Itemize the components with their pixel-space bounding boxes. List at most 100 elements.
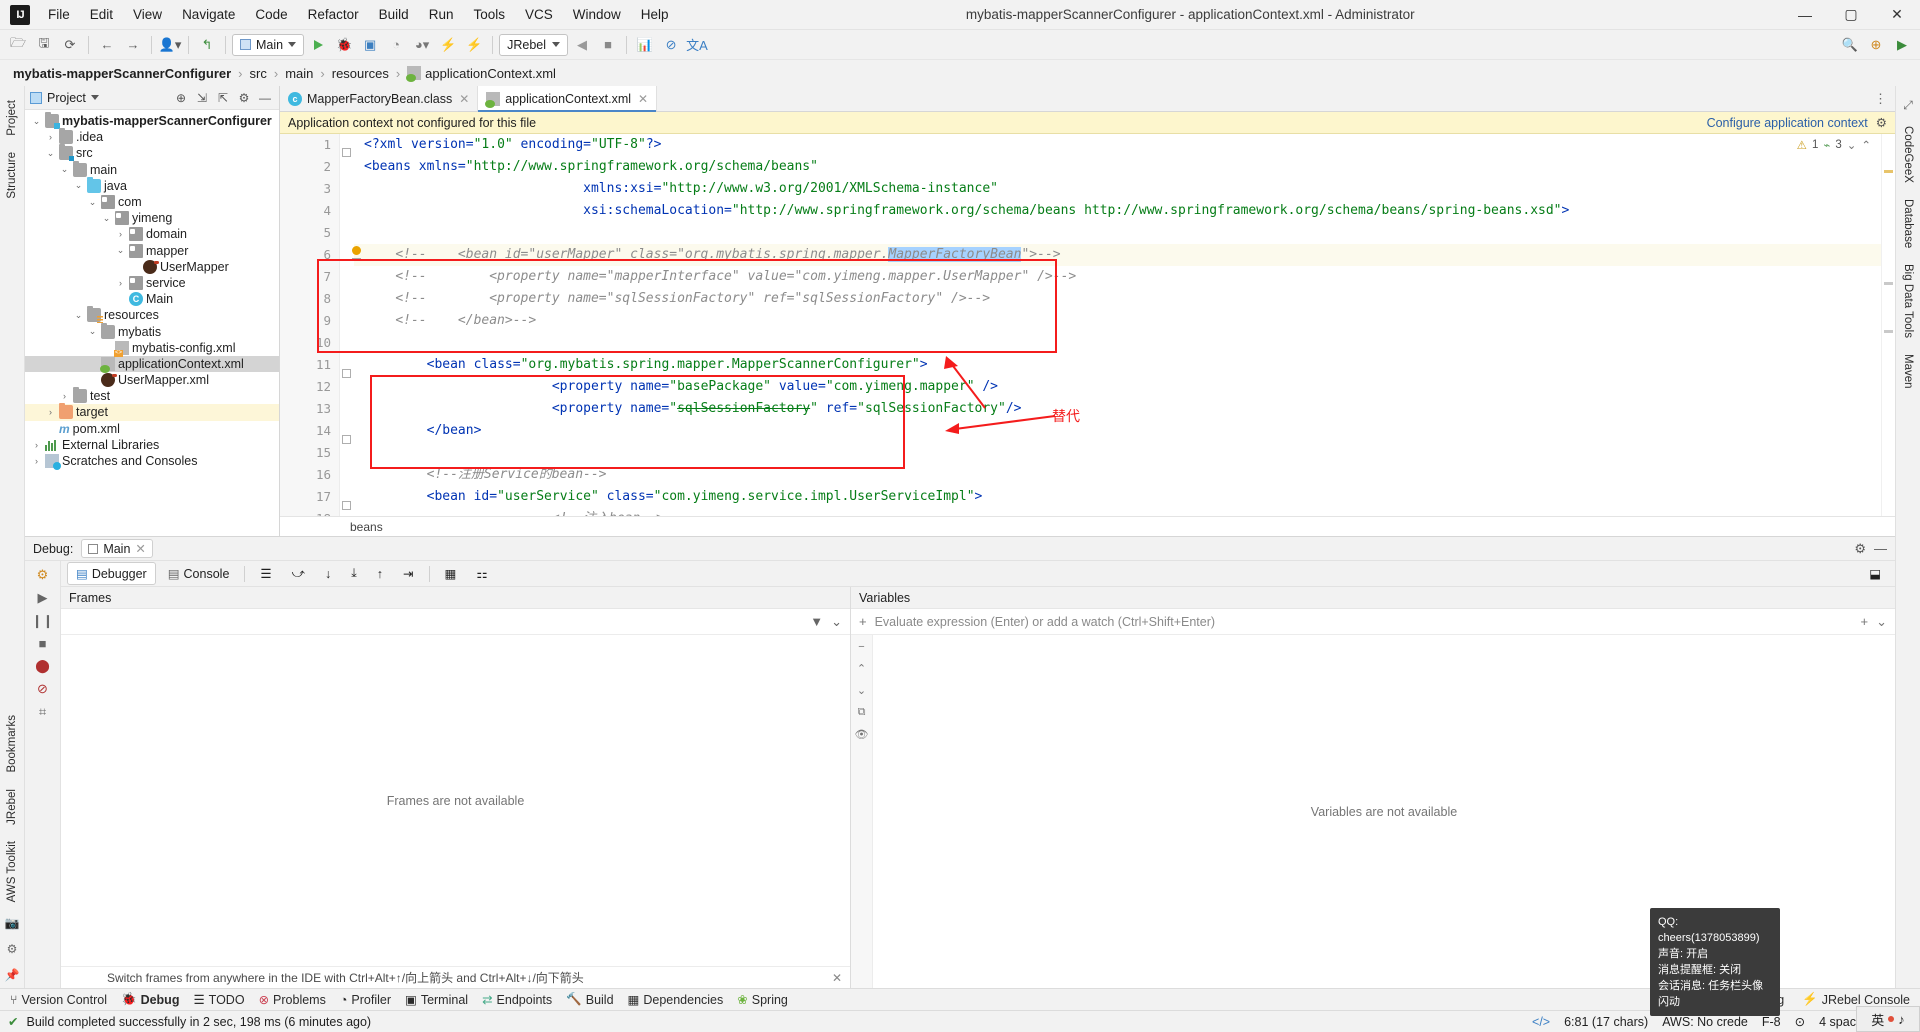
tree-node-mybatis[interactable]: ⌄ mybatis: [25, 322, 279, 339]
run-icon[interactable]: [306, 34, 330, 56]
settings-icon[interactable]: ⚙: [37, 567, 49, 583]
chevron-down-icon[interactable]: ⌄: [101, 213, 112, 224]
editor-tab-applicationcontext[interactable]: applicationContext.xml ✕: [478, 86, 658, 112]
chevron-right-icon[interactable]: ›: [115, 229, 126, 239]
code-text[interactable]: <?xml version="1.0" encoding="UTF-8"?> <b…: [354, 134, 1881, 516]
profile-icon[interactable]: ◔: [384, 34, 408, 56]
maximize-button[interactable]: ▢: [1828, 0, 1874, 30]
editor-tab-options[interactable]: ⋮: [1866, 86, 1895, 111]
mute-breakpoints-icon[interactable]: ⊘: [37, 681, 48, 697]
tree-node-applicationcontext-xml[interactable]: · applicationContext.xml: [25, 355, 279, 373]
tool-tab-debug[interactable]: 🐞 Debug: [121, 992, 179, 1007]
eye-icon[interactable]: 👁: [855, 728, 869, 741]
tree-node-usermapper-xml[interactable]: · UserMapper.xml: [25, 372, 279, 388]
chart-icon[interactable]: 📊: [633, 34, 657, 56]
menu-edit[interactable]: Edit: [80, 3, 123, 26]
chevron-down-icon[interactable]: ⌄: [73, 180, 84, 191]
close-icon[interactable]: ✕: [459, 92, 469, 106]
tree-node-target[interactable]: › target: [25, 403, 279, 421]
code-line-10[interactable]: [354, 332, 1881, 354]
open-folder-icon[interactable]: 🗁: [6, 34, 30, 56]
chevron-down-icon[interactable]: ⌄: [87, 197, 98, 208]
run-with-coverage-icon[interactable]: ▣: [358, 34, 382, 56]
tree-node-mybatis-mapperscannerconfigurer[interactable]: ⌄mybatis-mapperScannerConfigurerE:\mybat…: [25, 112, 279, 130]
fold-marker-beans[interactable]: [342, 148, 351, 157]
chevron-right-icon[interactable]: ›: [45, 132, 56, 142]
sidebar-tab-codegeex[interactable]: CodeGeeX: [1898, 118, 1918, 191]
step-over-icon[interactable]: ⤻: [284, 563, 313, 584]
chevron-down-icon[interactable]: ⌄: [115, 245, 126, 256]
close-icon[interactable]: ✕: [135, 541, 145, 556]
minus-icon[interactable]: −: [858, 641, 864, 653]
editor-breadcrumb[interactable]: beans: [280, 516, 1895, 536]
code-line-9[interactable]: <!-- </bean>-->: [354, 310, 1881, 332]
fold-marker-bean11[interactable]: [342, 369, 351, 378]
camera-icon[interactable]: 📷: [1, 912, 23, 934]
tool-tab-endpoints[interactable]: ⇄ Endpoints: [482, 992, 552, 1008]
tool-tab-jrebel-console[interactable]: ⚡ JRebel Console: [1802, 992, 1910, 1007]
menu-view[interactable]: View: [123, 3, 172, 26]
hector-icon[interactable]: ⌃: [1861, 138, 1871, 152]
code-folding-column[interactable]: [340, 134, 354, 516]
code-line-1[interactable]: <?xml version="1.0" encoding="UTF-8"?>: [354, 134, 1881, 156]
pause-icon[interactable]: ❙❙: [32, 613, 54, 629]
expand-icon[interactable]: ⤢: [1897, 94, 1919, 116]
search-icon[interactable]: 🔍: [1838, 34, 1862, 56]
jrebel-run-icon[interactable]: ⚡: [436, 34, 460, 56]
chevron-down-icon[interactable]: ⌄: [831, 614, 842, 630]
run-configuration-selector[interactable]: Main: [232, 33, 305, 56]
menu-tools[interactable]: Tools: [463, 3, 515, 26]
code-line-3[interactable]: xmlns:xsi="http://www.w3.org/2001/XMLSch…: [354, 178, 1881, 200]
tree-node-main[interactable]: ⌄ main: [25, 160, 279, 178]
hide-icon[interactable]: —: [256, 89, 274, 107]
code-line-11[interactable]: <bean class="org.mybatis.spring.mapper.M…: [354, 354, 1881, 376]
intention-bulb-icon[interactable]: [352, 246, 361, 255]
menu-refactor[interactable]: Refactor: [298, 3, 369, 26]
tab-debugger[interactable]: ▤ Debugger: [67, 562, 156, 585]
tool-tab-profiler[interactable]: ◔ Profiler: [340, 993, 391, 1007]
back-arrow-icon[interactable]: ←: [95, 34, 119, 56]
resume-icon[interactable]: ▶: [38, 590, 48, 606]
run-to-cursor-icon[interactable]: ⇥: [395, 563, 421, 584]
sidebar-tab-bookmarks[interactable]: Bookmarks: [2, 707, 22, 781]
menu-vcs[interactable]: VCS: [515, 3, 563, 26]
gear-icon[interactable]: ⚙: [1876, 115, 1887, 130]
gear-icon[interactable]: ⚙: [1854, 541, 1866, 557]
chevron-down-icon[interactable]: ⌄: [59, 164, 70, 175]
tool-tab-spring[interactable]: ❀ Spring: [737, 992, 788, 1008]
code-line-15[interactable]: [354, 442, 1881, 464]
step-out-icon[interactable]: ↑: [369, 564, 391, 584]
code-line-7[interactable]: <!-- <property name="mapperInterface" va…: [354, 266, 1881, 288]
chevron-down-icon[interactable]: ⌄: [31, 116, 42, 127]
step-into-icon[interactable]: ↓: [317, 564, 339, 584]
attach-icon[interactable]: ◕▾: [410, 34, 434, 56]
tree-node-com[interactable]: ⌄ com: [25, 194, 279, 210]
show-execution-point-icon[interactable]: ☰: [252, 563, 279, 584]
forward-arrow-icon[interactable]: →: [121, 34, 145, 56]
evaluate-expression-icon[interactable]: ▦: [437, 563, 465, 584]
stripe-weak-marker[interactable]: [1884, 282, 1893, 285]
code-line-14[interactable]: </bean>: [354, 420, 1881, 442]
view-breakpoints-icon[interactable]: ⬤: [35, 658, 50, 674]
gear-icon[interactable]: ⚙: [1, 938, 23, 960]
close-button[interactable]: ✕: [1874, 0, 1920, 30]
add-icon[interactable]: +: [1861, 614, 1869, 629]
code-line-4[interactable]: xsi:schemaLocation="http://www.springfra…: [354, 200, 1881, 222]
inspection-widget[interactable]: ⚠ 1 ⌁ 3 ⌄ ⌃: [1797, 138, 1871, 152]
restore-layout-icon[interactable]: ⌗: [39, 704, 46, 720]
breadcrumb-project[interactable]: mybatis-mapperScannerConfigurer: [10, 65, 234, 82]
tree-node-resources[interactable]: ⌄ resources: [25, 306, 279, 324]
code-line-5[interactable]: [354, 222, 1881, 244]
tree-node-domain[interactable]: › domain: [25, 226, 279, 242]
tree-node-service[interactable]: › service: [25, 275, 279, 291]
caret-position[interactable]: 6:81 (17 chars): [1564, 1015, 1648, 1029]
jrebel-back-icon[interactable]: ◀: [570, 34, 594, 56]
lock-icon[interactable]: ⊙: [1795, 1014, 1805, 1029]
menu-code[interactable]: Code: [245, 3, 297, 26]
close-icon[interactable]: ✕: [638, 92, 648, 106]
save-icon[interactable]: 🖫: [32, 34, 56, 56]
evaluate-expression-row[interactable]: + Evaluate expression (Enter) or add a w…: [851, 609, 1895, 635]
code-line-8[interactable]: <!-- <property name="sqlSessionFactory" …: [354, 288, 1881, 310]
update-icon[interactable]: ⊕: [1864, 34, 1888, 56]
chevron-down-icon[interactable]: ⌄: [87, 326, 98, 337]
